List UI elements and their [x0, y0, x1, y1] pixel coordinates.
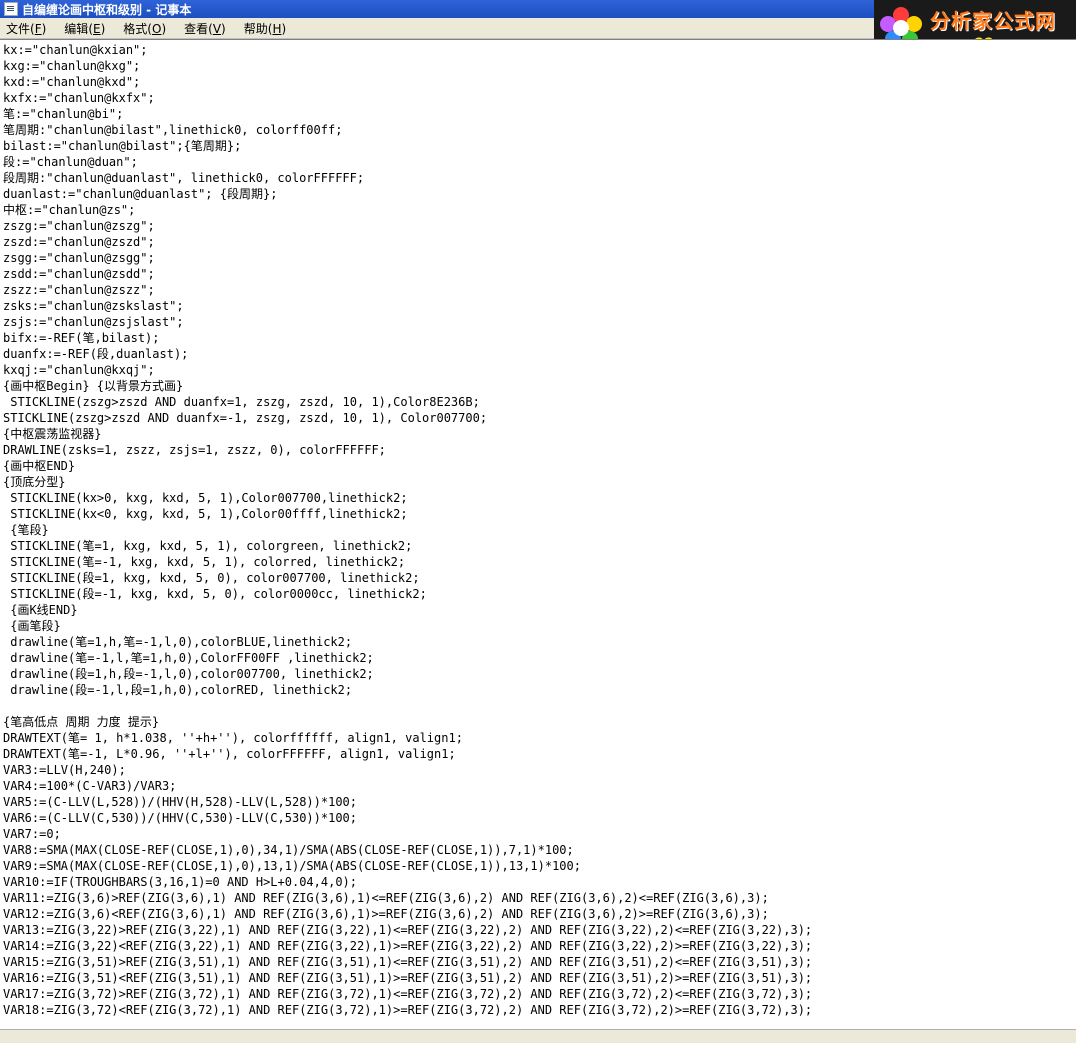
- code-line: duanfx:=-REF(段,duanlast);: [3, 347, 189, 361]
- code-line: drawline(笔=-1,l,笔=1,h,0),ColorFF00FF ,li…: [3, 651, 374, 665]
- code-line: STICKLINE(笔=-1, kxg, kxd, 5, 1), colorre…: [3, 555, 406, 569]
- code-line: {画中枢Begin} {以背景方式画}: [3, 379, 184, 393]
- code-line: kx:="chanlun@kxian";: [3, 43, 148, 57]
- window-title: 自编缠论画中枢和级别 - 记事本: [22, 2, 192, 17]
- code-line: VAR11:=ZIG(3,6)>REF(ZIG(3,6),1) AND REF(…: [3, 891, 769, 905]
- code-line: VAR13:=ZIG(3,22)>REF(ZIG(3,22),1) AND RE…: [3, 923, 813, 937]
- menu-file[interactable]: 文件(F): [6, 20, 46, 37]
- code-line: VAR4:=100*(C-VAR3)/VAR3;: [3, 779, 177, 793]
- code-line: 笔周期:"chanlun@bilast",linethick0, colorff…: [3, 123, 343, 137]
- code-line: kxg:="chanlun@kxg";: [3, 59, 141, 73]
- code-line: STICKLINE(zszg>zszd AND duanfx=-1, zszg,…: [3, 411, 488, 425]
- code-line: zszd:="chanlun@zszd";: [3, 235, 155, 249]
- code-line: 笔:="chanlun@bi";: [3, 107, 124, 121]
- code-line: DRAWTEXT(笔= 1, h*1.038, ''+h+''), colorf…: [3, 731, 463, 745]
- code-line: VAR18:=ZIG(3,72)<REF(ZIG(3,72),1) AND RE…: [3, 1003, 813, 1017]
- code-line: VAR9:=SMA(MAX(CLOSE-REF(CLOSE,1),0),13,1…: [3, 859, 581, 873]
- code-line: 段周期:"chanlun@duanlast", linethick0, colo…: [3, 171, 365, 185]
- menu-help[interactable]: 帮助(H): [244, 20, 286, 37]
- code-line: {画中枢END}: [3, 459, 76, 473]
- code-line: {笔段}: [3, 523, 49, 537]
- code-line: STICKLINE(kx<0, kxg, kxd, 5, 1),Color00f…: [3, 507, 408, 521]
- code-line: kxqj:="chanlun@kxqj";: [3, 363, 155, 377]
- code-line: {中枢震荡监视器}: [3, 427, 102, 441]
- code-line: drawline(笔=1,h,笔=-1,l,0),colorBLUE,linet…: [3, 635, 353, 649]
- code-line: {顶底分型}: [3, 475, 66, 489]
- code-line: VAR12:=ZIG(3,6)<REF(ZIG(3,6),1) AND REF(…: [3, 907, 769, 921]
- code-line: VAR16:=ZIG(3,51)<REF(ZIG(3,51),1) AND RE…: [3, 971, 813, 985]
- code-line: VAR5:=(C-LLV(L,528))/(HHV(H,528)-LLV(L,5…: [3, 795, 358, 809]
- code-line: STICKLINE(kx>0, kxg, kxd, 5, 1),Color007…: [3, 491, 408, 505]
- code-line: 段:="chanlun@duan";: [3, 155, 138, 169]
- code-line: DRAWTEXT(笔=-1, L*0.96, ''+l+''), colorFF…: [3, 747, 456, 761]
- code-line: STICKLINE(段=1, kxg, kxd, 5, 0), color007…: [3, 571, 420, 585]
- menu-edit[interactable]: 编辑(E): [64, 20, 105, 37]
- code-line: {笔高低点 周期 力度 提示}: [3, 715, 160, 729]
- code-line: zszz:="chanlun@zszz";: [3, 283, 155, 297]
- code-line: zsks:="chanlun@zskslast";: [3, 299, 184, 313]
- code-line: zszg:="chanlun@zszg";: [3, 219, 155, 233]
- code-line: zsjs:="chanlun@zsjslast";: [3, 315, 184, 329]
- code-line: 中枢:="chanlun@zs";: [3, 203, 136, 217]
- code-line: zsgg:="chanlun@zsgg";: [3, 251, 155, 265]
- menu-view[interactable]: 查看(V): [184, 20, 226, 37]
- code-line: STICKLINE(zszg>zszd AND duanfx=1, zszg, …: [3, 395, 480, 409]
- menu-format[interactable]: 格式(O): [123, 20, 166, 37]
- notepad-icon: [4, 2, 18, 16]
- logo-title: 分析家公式网: [930, 8, 1056, 33]
- code-line: VAR8:=SMA(MAX(CLOSE-REF(CLOSE,1),0),34,1…: [3, 843, 574, 857]
- code-line: VAR3:=LLV(H,240);: [3, 763, 126, 777]
- code-line: bifx:=-REF(笔,bilast);: [3, 331, 160, 345]
- code-line: kxfx:="chanlun@kxfx";: [3, 91, 155, 105]
- code-line: duanlast:="chanlun@duanlast"; {段周期};: [3, 187, 278, 201]
- status-bar: [0, 1029, 1076, 1043]
- code-line: drawline(段=1,h,段=-1,l,0),color007700, li…: [3, 667, 374, 681]
- code-text: kx:="chanlun@kxian"; kxg:="chanlun@kxg"; k…: [3, 42, 812, 1018]
- code-line: STICKLINE(笔=1, kxg, kxd, 5, 1), colorgre…: [3, 539, 413, 553]
- code-line: kxd:="chanlun@kxd";: [3, 75, 141, 89]
- code-line: VAR7:=0;: [3, 827, 61, 841]
- code-line: drawline(段=-1,l,段=1,h,0),colorRED, linet…: [3, 683, 353, 697]
- code-line: VAR10:=IF(TROUGHBARS(3,16,1)=0 AND H>L+0…: [3, 875, 358, 889]
- code-line: {画K线END}: [3, 603, 78, 617]
- code-line: DRAWLINE(zsks=1, zszz, zsjs=1, zszz, 0),…: [3, 443, 386, 457]
- code-line: VAR6:=(C-LLV(C,530))/(HHV(C,530)-LLV(C,5…: [3, 811, 358, 825]
- code-line: {画笔段}: [3, 619, 61, 633]
- code-line: STICKLINE(段=-1, kxg, kxd, 5, 0), color00…: [3, 587, 427, 601]
- text-editor[interactable]: kx:="chanlun@kxian"; kxg:="chanlun@kxg"; k…: [0, 39, 1076, 1030]
- code-line: VAR15:=ZIG(3,51)>REF(ZIG(3,51),1) AND RE…: [3, 955, 813, 969]
- code-line: VAR14:=ZIG(3,22)<REF(ZIG(3,22),1) AND RE…: [3, 939, 813, 953]
- code-line: VAR17:=ZIG(3,72)>REF(ZIG(3,72),1) AND RE…: [3, 987, 813, 1001]
- code-line: bilast:="chanlun@bilast";{笔周期};: [3, 139, 242, 153]
- code-line: zsdd:="chanlun@zsdd";: [3, 267, 155, 281]
